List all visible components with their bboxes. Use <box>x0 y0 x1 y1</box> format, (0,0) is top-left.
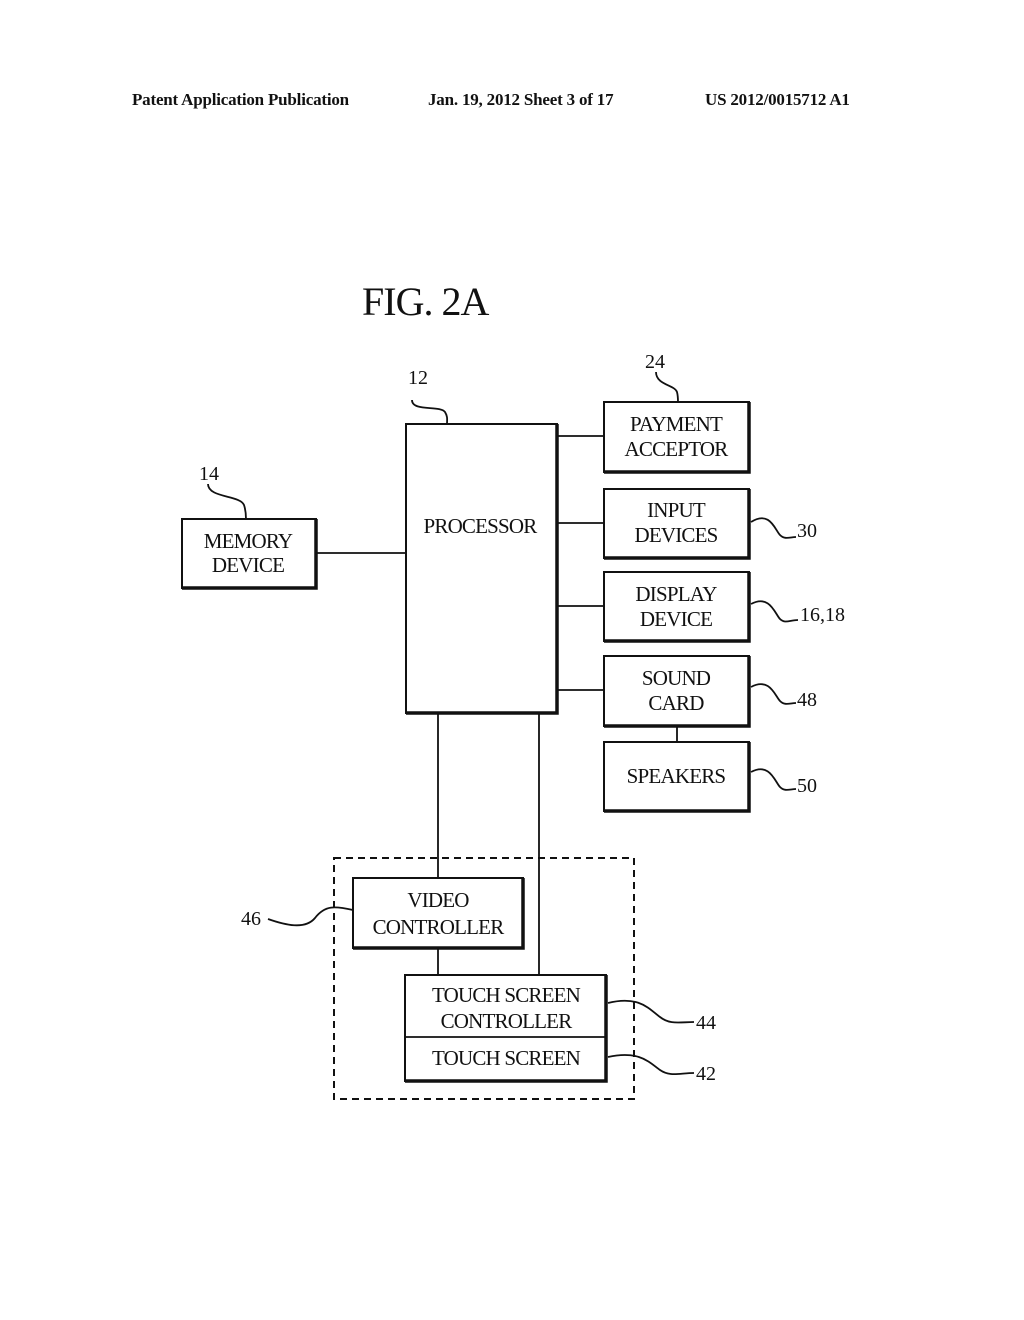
ref-46: 46 <box>241 908 261 930</box>
sound-label-line2: CARD <box>648 691 704 715</box>
processor-block: PROCESSOR <box>405 423 559 715</box>
speakers-block: SPEAKERS <box>603 741 751 813</box>
input-devices-block: INPUT DEVICES <box>603 488 751 560</box>
video-label-line2: CONTROLLER <box>373 915 505 939</box>
sound-card-block: SOUND CARD <box>603 655 751 728</box>
touch-screen-label: TOUCH SCREEN <box>432 1046 581 1070</box>
leader-46 <box>267 906 354 927</box>
payment-label-line2: ACCEPTOR <box>625 437 729 461</box>
ref-16-18: 16,18 <box>800 604 845 626</box>
leader-24 <box>655 371 679 403</box>
display-label-line1: DISPLAY <box>635 582 717 606</box>
processor-label: PROCESSOR <box>423 514 537 538</box>
display-device-block: DISPLAY DEVICE <box>603 571 751 643</box>
memory-label-line1: MEMORY <box>204 529 293 553</box>
leader-44 <box>607 999 695 1024</box>
ts-controller-label-line1: TOUCH SCREEN <box>432 983 581 1007</box>
display-label-line2: DEVICE <box>640 607 712 631</box>
video-controller-block: VIDEO CONTROLLER <box>352 877 525 950</box>
touch-screen-stack: TOUCH SCREEN CONTROLLER TOUCH SCREEN <box>404 974 608 1083</box>
ref-14: 14 <box>199 463 219 485</box>
ref-44: 44 <box>696 1012 716 1034</box>
ref-30: 30 <box>797 520 817 542</box>
ref-50: 50 <box>797 775 817 797</box>
ref-24: 24 <box>645 351 665 373</box>
leader-30 <box>750 517 797 539</box>
ref-48: 48 <box>797 689 817 711</box>
memory-label-line2: DEVICE <box>212 553 284 577</box>
leader-50 <box>750 768 797 791</box>
leader-48 <box>750 683 797 705</box>
sound-label-line1: SOUND <box>642 666 711 690</box>
leader-42 <box>607 1054 695 1076</box>
memory-device-block: MEMORY DEVICE <box>181 518 318 590</box>
payment-acceptor-block: PAYMENT ACCEPTOR <box>603 401 751 474</box>
leader-14 <box>207 483 247 520</box>
ref-42: 42 <box>696 1063 716 1085</box>
input-label-line2: DEVICES <box>634 523 717 547</box>
input-label-line1: INPUT <box>647 498 706 522</box>
payment-label-line1: PAYMENT <box>630 412 723 436</box>
ts-controller-label-line2: CONTROLLER <box>441 1009 573 1033</box>
block-diagram: PROCESSOR MEMORY DEVICE PAYMENT ACCEPTOR… <box>181 351 845 1100</box>
leader-12 <box>411 399 449 425</box>
ref-12: 12 <box>408 367 428 389</box>
video-label-line1: VIDEO <box>407 888 469 912</box>
speakers-label: SPEAKERS <box>627 764 726 788</box>
leader-16-18 <box>750 600 799 623</box>
